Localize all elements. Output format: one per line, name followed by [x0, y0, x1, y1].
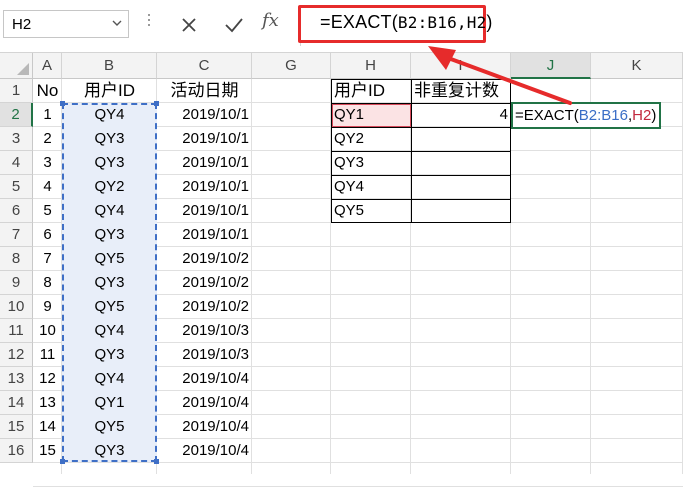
select-all-button[interactable]: [0, 53, 33, 79]
cell-no[interactable]: 5: [33, 199, 62, 223]
cell-no[interactable]: 13: [33, 391, 62, 415]
cell-no[interactable]: 7: [33, 247, 62, 271]
cell-activity-date[interactable]: 2019/10/1: [157, 223, 252, 247]
row-header-13[interactable]: 13: [0, 367, 33, 391]
header-cell-lookup-user-id[interactable]: 用户ID: [331, 79, 411, 103]
row-header-6[interactable]: 6: [0, 199, 33, 223]
cell-activity-date[interactable]: 2019/10/4: [157, 391, 252, 415]
chevron-down-icon[interactable]: [112, 18, 122, 28]
cell-user-id[interactable]: QY1: [62, 391, 157, 415]
enter-button[interactable]: [216, 10, 250, 40]
name-box[interactable]: H2: [3, 10, 129, 38]
cancel-button[interactable]: [172, 10, 206, 40]
header-cell-distinct-count[interactable]: 非重复计数: [411, 79, 511, 103]
cell-no[interactable]: 4: [33, 175, 62, 199]
cell-no[interactable]: 10: [33, 319, 62, 343]
column-header-b[interactable]: B: [62, 53, 157, 79]
cell-j2-formula[interactable]: =EXACT(B2:B16,H2): [515, 104, 656, 128]
cell-user-id[interactable]: QY3: [62, 271, 157, 295]
row-header-11[interactable]: 11: [0, 319, 33, 343]
cell-activity-date[interactable]: 2019/10/4: [157, 367, 252, 391]
cell-distinct-count[interactable]: [411, 151, 511, 175]
cell-user-id[interactable]: QY3: [62, 439, 157, 463]
row-header-9[interactable]: 9: [0, 271, 33, 295]
cell-lookup-user-id[interactable]: QY2: [331, 127, 411, 151]
cell-user-id[interactable]: QY4: [62, 367, 157, 391]
column-header-j[interactable]: J: [511, 53, 591, 79]
cell-no[interactable]: 12: [33, 367, 62, 391]
formula-text[interactable]: =EXACT(B2:B16,H2): [320, 12, 493, 33]
cell-user-id[interactable]: QY4: [62, 103, 157, 127]
cell-activity-date[interactable]: 2019/10/1: [157, 151, 252, 175]
row-header-7[interactable]: 7: [0, 223, 33, 247]
cell-user-id[interactable]: QY5: [62, 247, 157, 271]
header-cell-activity-date[interactable]: 活动日期: [157, 79, 252, 103]
cell-user-id[interactable]: QY5: [62, 415, 157, 439]
select-all-icon: [17, 63, 29, 75]
cell-no[interactable]: 15: [33, 439, 62, 463]
cell-user-id[interactable]: QY3: [62, 127, 157, 151]
cell-no[interactable]: 9: [33, 295, 62, 319]
cell-activity-date[interactable]: 2019/10/1: [157, 199, 252, 223]
column-header-a[interactable]: A: [33, 53, 62, 79]
row-header-4[interactable]: 4: [0, 151, 33, 175]
row-header-10[interactable]: 10: [0, 295, 33, 319]
column-header-c[interactable]: C: [157, 53, 252, 79]
cell-activity-date[interactable]: 2019/10/2: [157, 271, 252, 295]
column-header-g[interactable]: G: [252, 53, 331, 79]
formula-bar-grip: [148, 14, 150, 34]
insert-function-button[interactable]: fx: [262, 10, 279, 31]
cell-distinct-count[interactable]: [411, 127, 511, 151]
header-cell-no[interactable]: No: [33, 79, 62, 103]
header-cell-user-id[interactable]: 用户ID: [62, 79, 157, 103]
cell-distinct-count[interactable]: 4: [411, 103, 511, 127]
row-header-2[interactable]: 2: [0, 103, 33, 127]
cell-no[interactable]: 8: [33, 271, 62, 295]
cell-activity-date[interactable]: 2019/10/3: [157, 343, 252, 367]
check-icon: [225, 18, 243, 33]
cell-lookup-user-id[interactable]: QY1: [331, 103, 411, 127]
cell-activity-date[interactable]: 2019/10/3: [157, 319, 252, 343]
cell-no[interactable]: 3: [33, 151, 62, 175]
cell-no[interactable]: 1: [33, 103, 62, 127]
cell-activity-date[interactable]: 2019/10/2: [157, 295, 252, 319]
cell-user-id[interactable]: QY4: [62, 199, 157, 223]
column-header-h[interactable]: H: [331, 53, 411, 79]
cell-distinct-count[interactable]: [411, 175, 511, 199]
row-header-15[interactable]: 15: [0, 415, 33, 439]
column-header-i[interactable]: I: [411, 53, 511, 79]
row-header-12[interactable]: 12: [0, 343, 33, 367]
row-header-8[interactable]: 8: [0, 247, 33, 271]
cell-user-id[interactable]: QY4: [62, 319, 157, 343]
cell-activity-date[interactable]: 2019/10/4: [157, 439, 252, 463]
cell-lookup-user-id[interactable]: QY4: [331, 175, 411, 199]
column-header-k[interactable]: K: [591, 53, 683, 79]
close-icon: [182, 18, 196, 32]
row-header-3[interactable]: 3: [0, 127, 33, 151]
cell-user-id[interactable]: QY3: [62, 343, 157, 367]
cell-activity-date[interactable]: 2019/10/4: [157, 415, 252, 439]
cell-activity-date[interactable]: 2019/10/1: [157, 175, 252, 199]
cell-activity-date[interactable]: 2019/10/1: [157, 127, 252, 151]
row-header-1[interactable]: 1: [0, 79, 33, 103]
cell-user-id[interactable]: QY3: [62, 151, 157, 175]
formula-bar: H2 fx =EXACT(B2:B16,H2): [0, 0, 683, 53]
row-header-16[interactable]: 16: [0, 439, 33, 463]
cell-no[interactable]: 2: [33, 127, 62, 151]
cell-activity-date[interactable]: 2019/10/2: [157, 247, 252, 271]
cell-lookup-user-id[interactable]: QY5: [331, 199, 411, 223]
cell-no[interactable]: 6: [33, 223, 62, 247]
cell-activity-date[interactable]: 2019/10/1: [157, 103, 252, 127]
row-header-5[interactable]: 5: [0, 175, 33, 199]
name-box-value: H2: [12, 16, 32, 33]
cell-distinct-count[interactable]: [411, 199, 511, 223]
cell-user-id[interactable]: QY5: [62, 295, 157, 319]
row-header-14[interactable]: 14: [0, 391, 33, 415]
cell-no[interactable]: 14: [33, 415, 62, 439]
cell-no[interactable]: 11: [33, 343, 62, 367]
cell-lookup-user-id[interactable]: QY3: [331, 151, 411, 175]
cell-user-id[interactable]: QY3: [62, 223, 157, 247]
cell-user-id[interactable]: QY2: [62, 175, 157, 199]
